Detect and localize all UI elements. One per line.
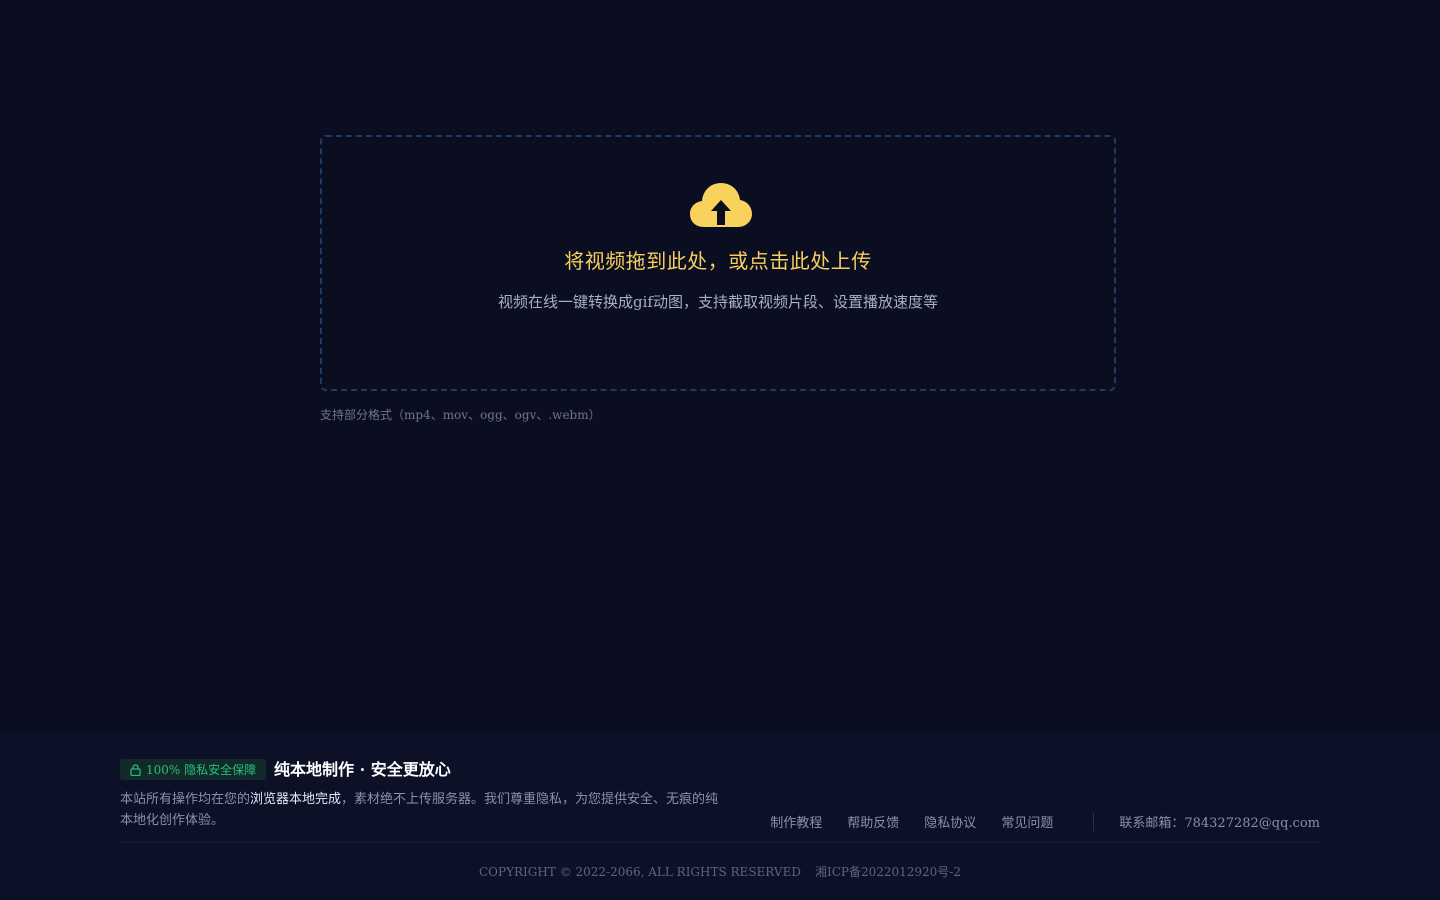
copyright-bar: COPYRIGHT © 2022-2066, ALL RIGHTS RESERV…	[0, 863, 1440, 880]
footer-link-feedback[interactable]: 帮助反馈	[847, 812, 899, 831]
contact-email: 联系邮箱：784327282@qq.com	[1119, 812, 1320, 831]
footer-link-tutorial[interactable]: 制作教程	[770, 812, 822, 831]
copyright-text: COPYRIGHT © 2022-2066, ALL RIGHTS RESERV…	[479, 865, 801, 879]
supported-formats-note: 支持部分格式（mp4、mov、ogg、ogv、.webm）	[320, 408, 601, 422]
upload-description: 视频在线一键转换成gif动图，支持截取视频片段、设置播放速度等	[498, 293, 938, 311]
privacy-badge-label: 100% 隐私安全保障	[146, 763, 257, 777]
main-area: 将视频拖到此处，或点击此处上传 视频在线一键转换成gif动图，支持截取视频片段、…	[0, 0, 1440, 732]
icp-number[interactable]: 湘ICP备2022012920号-2	[815, 865, 961, 879]
footer-text-before: 本站所有操作均在您的	[120, 792, 251, 807]
privacy-badge: 100% 隐私安全保障	[120, 759, 267, 780]
footer-divider	[120, 842, 1320, 843]
footer-link-faq[interactable]: 常见问题	[1001, 812, 1053, 831]
upload-title: 将视频拖到此处，或点击此处上传	[564, 249, 872, 273]
footer-link-privacy[interactable]: 隐私协议	[924, 812, 976, 831]
contact-email-value[interactable]: 784327282@qq.com	[1184, 816, 1320, 831]
contact-label: 联系邮箱：	[1119, 816, 1185, 831]
footer-heading: 纯本地制作 · 安全更放心	[274, 760, 451, 779]
footer-links-divider	[1093, 812, 1095, 831]
cloud-upload-icon	[690, 183, 752, 227]
footer: 100% 隐私安全保障 纯本地制作 · 安全更放心 本站所有操作均在您的浏览器本…	[0, 732, 1440, 900]
footer-text-highlight: 浏览器本地完成	[250, 792, 342, 807]
footer-description: 本站所有操作均在您的浏览器本地完成，素材绝不上传服务器。我们尊重隐私，为您提供安…	[120, 789, 724, 831]
upload-dropzone[interactable]: 将视频拖到此处，或点击此处上传 视频在线一键转换成gif动图，支持截取视频片段、…	[320, 135, 1116, 391]
lock-icon	[130, 763, 141, 776]
footer-links: 制作教程 帮助反馈 隐私协议 常见问题 联系邮箱：784327282@qq.co…	[770, 812, 1320, 831]
